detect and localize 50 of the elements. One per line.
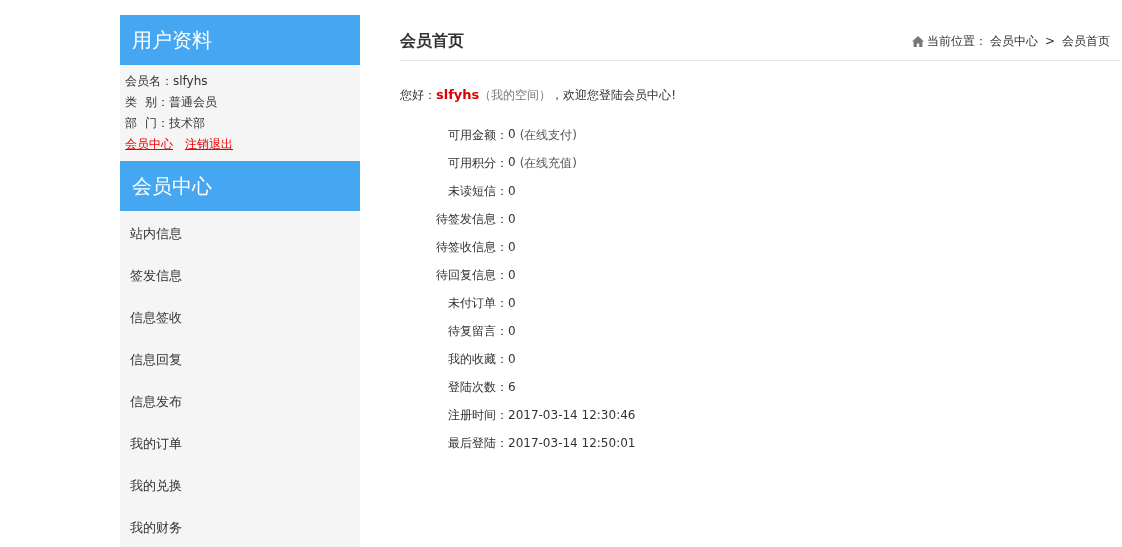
greeting-text: 您好：slfyhs（我的空间），欢迎您登陆会员中心! <box>400 87 678 103</box>
stat-value: 0 <box>508 324 516 338</box>
stat-label: 可用积分： <box>447 154 508 172</box>
stat-label: 可用金额： <box>447 126 508 144</box>
stat-value: 0 <box>508 154 516 171</box>
stat-value: 0 <box>508 184 516 198</box>
stat-value: 0 <box>508 212 516 226</box>
sidebar-item[interactable]: 我的兑换 <box>120 463 360 505</box>
sidebar-item[interactable]: 信息发布 <box>120 379 360 421</box>
sidebar-header: 用户资料 <box>120 15 360 65</box>
profile-line: 会员名：slfyhs <box>125 73 209 90</box>
stat-label: 待复留言： <box>447 322 508 340</box>
stat-label: 待回复信息： <box>435 266 508 284</box>
sidebar-item[interactable]: 签发信息 <box>120 253 360 295</box>
username-link[interactable]: slfyhs <box>436 87 480 102</box>
sidebar-item[interactable]: 站内信息 <box>120 211 360 253</box>
sidebar-header: 会员中心 <box>120 161 360 211</box>
stat-label: 注册时间： <box>447 406 508 424</box>
stat-value: 0 <box>508 296 516 310</box>
stat-value: 0 <box>508 268 516 282</box>
stat-value: 2017-03-14 12:30:46 <box>508 408 636 422</box>
stat-value: 6 <box>508 380 516 394</box>
profile-link[interactable]: 注销退出 <box>185 134 233 155</box>
breadcrumb-link[interactable]: 会员中心 <box>989 32 1038 50</box>
stat-label: 未读短信： <box>447 182 508 200</box>
stat-label: 最后登陆： <box>447 434 508 452</box>
page-title: 会员首页 <box>400 30 464 52</box>
stat-label: 未付订单： <box>447 294 508 312</box>
sidebar-item[interactable]: 信息签收 <box>120 295 360 337</box>
breadcrumb-label: 当前位置： <box>926 32 987 50</box>
stat-label: 待签收信息： <box>435 238 508 256</box>
stat-value: 2017-03-14 12:50:01 <box>508 436 636 450</box>
stat-value: 0 <box>508 352 516 366</box>
my-space-link[interactable]: （我的空间） <box>479 88 552 102</box>
home-icon <box>911 35 924 47</box>
stat-label: 我的收藏： <box>447 350 508 368</box>
sidebar-item[interactable]: 信息回复 <box>120 337 360 379</box>
stat-link[interactable]: (在线充值) <box>519 154 577 172</box>
breadcrumb-separator: > <box>1044 34 1055 48</box>
profile-link[interactable]: 会员中心 <box>125 134 173 155</box>
stat-link[interactable]: (在线支付) <box>519 126 577 144</box>
profile-line: 部 门：技术部 <box>125 115 206 132</box>
stat-label: 登陆次数： <box>447 378 508 396</box>
stat-label: 待签发信息： <box>435 210 508 228</box>
stat-value: 0 <box>508 240 516 254</box>
sidebar-item[interactable]: 我的财务 <box>120 505 360 547</box>
sidebar-item[interactable]: 我的订单 <box>120 421 360 463</box>
stat-value: 0 <box>508 126 516 143</box>
breadcrumb-link[interactable]: 会员首页 <box>1062 32 1110 50</box>
profile-line: 类 别：普通会员 <box>125 94 218 111</box>
